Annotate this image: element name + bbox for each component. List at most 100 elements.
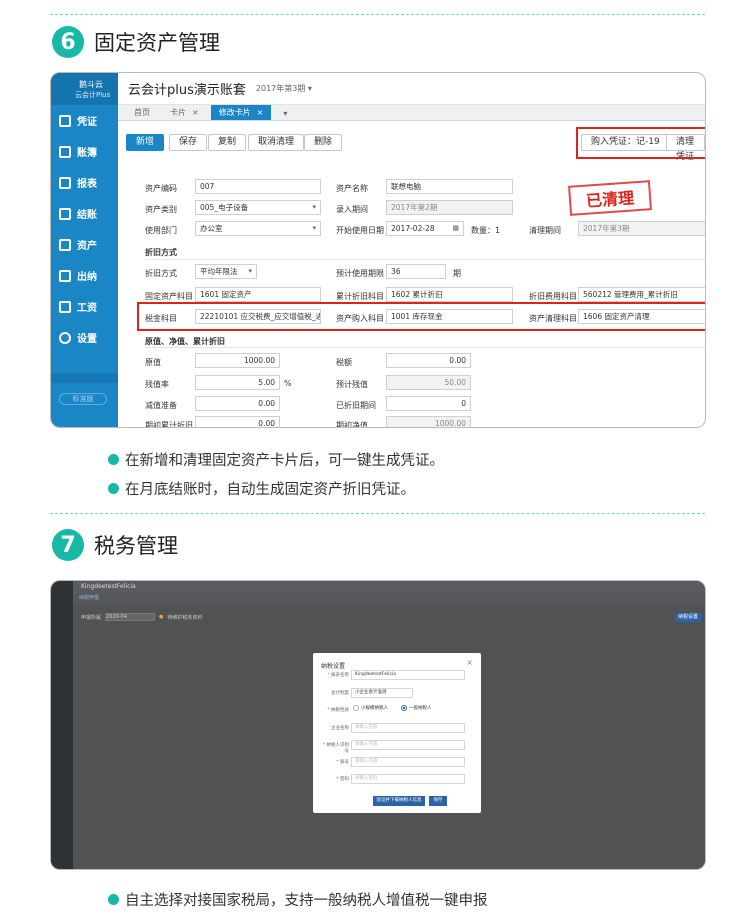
acc-dep-field[interactable]: 1602 累计折旧 xyxy=(386,287,513,302)
dep-cost-field[interactable]: 560212 管理费用_累计折旧 xyxy=(578,287,705,302)
asset-code-field[interactable]: 007 xyxy=(195,179,321,194)
dialog-title: 纳税设置 xyxy=(321,663,346,670)
sidebar-item-ledger[interactable]: 账簿 xyxy=(51,136,118,167)
field-label: 折旧费用科目 xyxy=(529,292,577,301)
taxpayer-id-input[interactable]: 请输入内容 xyxy=(351,740,465,750)
field-label: 企业名称 xyxy=(331,726,349,731)
tab-tax-declare[interactable]: 纳税申报 xyxy=(73,593,705,603)
password-input[interactable]: 请输入密码 xyxy=(351,774,465,784)
close-icon[interactable]: × xyxy=(192,108,199,117)
sidebar-label: 设置 xyxy=(77,334,97,345)
add-button[interactable]: 新增 xyxy=(126,134,165,151)
field-label: 会计制度 xyxy=(331,691,349,696)
sidebar-label: 结账 xyxy=(77,210,97,221)
edition-badge[interactable]: 标准版 xyxy=(59,393,107,405)
field-label: * 纳税人识别号 xyxy=(322,743,349,754)
copy-button[interactable]: 复制 xyxy=(208,134,247,151)
sidebar xyxy=(51,581,73,869)
residual-rate-field[interactable]: 5.00 xyxy=(195,375,280,390)
field-label: * 报表名称 xyxy=(327,673,349,678)
cashier-icon xyxy=(59,269,71,282)
tax-settings-dialog: 纳税设置 × * 报表名称 KingdeetestFelicia 会计制度 小企… xyxy=(313,653,481,813)
section-number-badge: 7 xyxy=(52,529,84,561)
sidebar-divider xyxy=(51,373,118,383)
field-label: * 密码 xyxy=(336,777,349,782)
period-select[interactable]: 2020-04 xyxy=(105,613,156,621)
field-label: 折旧方式 xyxy=(145,269,177,278)
clear-period-field: 2017年第3期 xyxy=(578,221,705,236)
sidebar-item-settings[interactable]: 设置 xyxy=(51,322,118,353)
dep-months-field[interactable]: 36 xyxy=(386,264,446,279)
report-icon xyxy=(59,176,71,189)
sidebar-item-salary[interactable]: 工资 xyxy=(51,291,118,322)
field-label: 使用部门 xyxy=(145,226,177,235)
tab-label: 修改卡片 xyxy=(218,108,251,117)
dept-select[interactable]: 办公室 ▾ xyxy=(195,221,321,236)
subject-highlight xyxy=(137,302,705,331)
close-icon[interactable]: × xyxy=(257,108,264,117)
radio-small-taxpayer[interactable]: 小规模纳税人 xyxy=(353,705,388,711)
field-label: 减值准备 xyxy=(145,401,177,410)
tax-settings-button[interactable]: 纳税设置 xyxy=(675,613,701,622)
accounting-system-select[interactable]: 小企业会计准则 xyxy=(351,688,413,698)
sidebar-item-closing[interactable]: 结账 xyxy=(51,198,118,229)
maintain-link[interactable]: 待维护税务资料 xyxy=(167,614,202,621)
dep-method-select[interactable]: 平均年限法 ▾ xyxy=(195,264,257,279)
percent-label: % xyxy=(284,379,292,388)
date-value: 2017-02-28 xyxy=(391,224,435,233)
fa-subject-field[interactable]: 1601 固定资产 xyxy=(195,287,321,302)
company-name-input[interactable]: 请输入内容 xyxy=(351,723,465,733)
residual-field: 50.00 xyxy=(386,375,471,390)
tax-screenshot: KingdeetestFelicia 纳税申报 申报所属 2020-04 ● 待… xyxy=(50,580,706,870)
field-label: 清理期间 xyxy=(529,226,561,235)
field-label: 资产编码 xyxy=(145,184,177,193)
dep-periods-field[interactable]: 0 xyxy=(386,396,471,411)
tab-edit-card[interactable]: 修改卡片 × xyxy=(210,105,272,120)
tax-field[interactable]: 0.00 xyxy=(386,353,471,368)
report-name-field[interactable]: KingdeetestFelicia xyxy=(351,670,465,680)
sidebar-item-cashier[interactable]: 出纳 xyxy=(51,260,118,291)
save-button[interactable]: 保存 xyxy=(429,796,447,806)
field-label: 期初累计折旧 xyxy=(145,421,193,428)
account-input[interactable]: 请输入内容 xyxy=(351,757,465,767)
verify-download-button[interactable]: 验证并下载纳税人信息 xyxy=(373,796,425,806)
bullet-text: 在新增和清理固定资产卡片后，可一键生成凭证。 xyxy=(125,453,444,469)
tab-home[interactable]: 首页 xyxy=(126,105,158,120)
sidebar-item-report[interactable]: 报表 xyxy=(51,167,118,198)
impairment-field[interactable]: 0.00 xyxy=(195,396,280,411)
sidebar-label: 资产 xyxy=(77,241,97,252)
closing-icon xyxy=(59,207,71,220)
radio-general-taxpayer[interactable]: 一般纳税人 xyxy=(401,705,432,711)
sidebar-label: 凭证 xyxy=(77,117,97,128)
tab-more[interactable]: ▾ xyxy=(275,107,295,120)
original-value-field[interactable]: 1000.00 xyxy=(195,353,280,368)
sidebar-label: 出纳 xyxy=(77,272,97,283)
start-date-field[interactable]: 2017-02-28 ▦ xyxy=(386,221,464,236)
field-label: 固定资产科目 xyxy=(145,292,193,301)
tab-card[interactable]: 卡片 × xyxy=(162,105,207,120)
title-bar: 云会计plus演示账套 2017年第3期 ▾ xyxy=(118,73,705,105)
filter-bar: 申报所属 2020-04 ● 待维护税务资料 xyxy=(81,613,202,621)
bullet-item: 自主选择对接国家税局，支持一般纳税人增值税一键申报 xyxy=(108,889,488,910)
delete-button[interactable]: 删除 xyxy=(304,134,343,151)
period-select[interactable]: 2017年第3期 ▾ xyxy=(256,83,312,94)
asset-name-field[interactable]: 联想电脑 xyxy=(386,179,513,194)
sidebar-item-voucher[interactable]: 凭证 xyxy=(51,105,118,136)
calendar-icon: ▦ xyxy=(452,224,459,232)
tab-label: 纳税申报 xyxy=(79,595,100,601)
user-name: KingdeetestFelicia xyxy=(81,583,136,590)
divider xyxy=(145,259,705,260)
asset-type-select[interactable]: 005_电子设备 ▾ xyxy=(195,200,321,215)
bullet-text: 在月底结账时，自动生成固定资产折旧凭证。 xyxy=(125,482,415,498)
bullet-dot-icon xyxy=(108,894,119,905)
account-title: 云会计plus演示账套 xyxy=(128,83,246,98)
sidebar-item-assets[interactable]: 资产 xyxy=(51,229,118,260)
section-6-header: 6 固定资产管理 xyxy=(52,25,220,59)
tab-label: 首页 xyxy=(134,108,150,117)
top-bar: KingdeetestFelicia xyxy=(73,581,705,593)
close-icon[interactable]: × xyxy=(466,658,473,667)
cancel-clear-button[interactable]: 取消清理 xyxy=(248,134,305,151)
init-dep-field[interactable]: 0.00 xyxy=(195,416,280,427)
chevron-down-icon: ▾ xyxy=(248,267,252,275)
save-button[interactable]: 保存 xyxy=(169,134,208,151)
